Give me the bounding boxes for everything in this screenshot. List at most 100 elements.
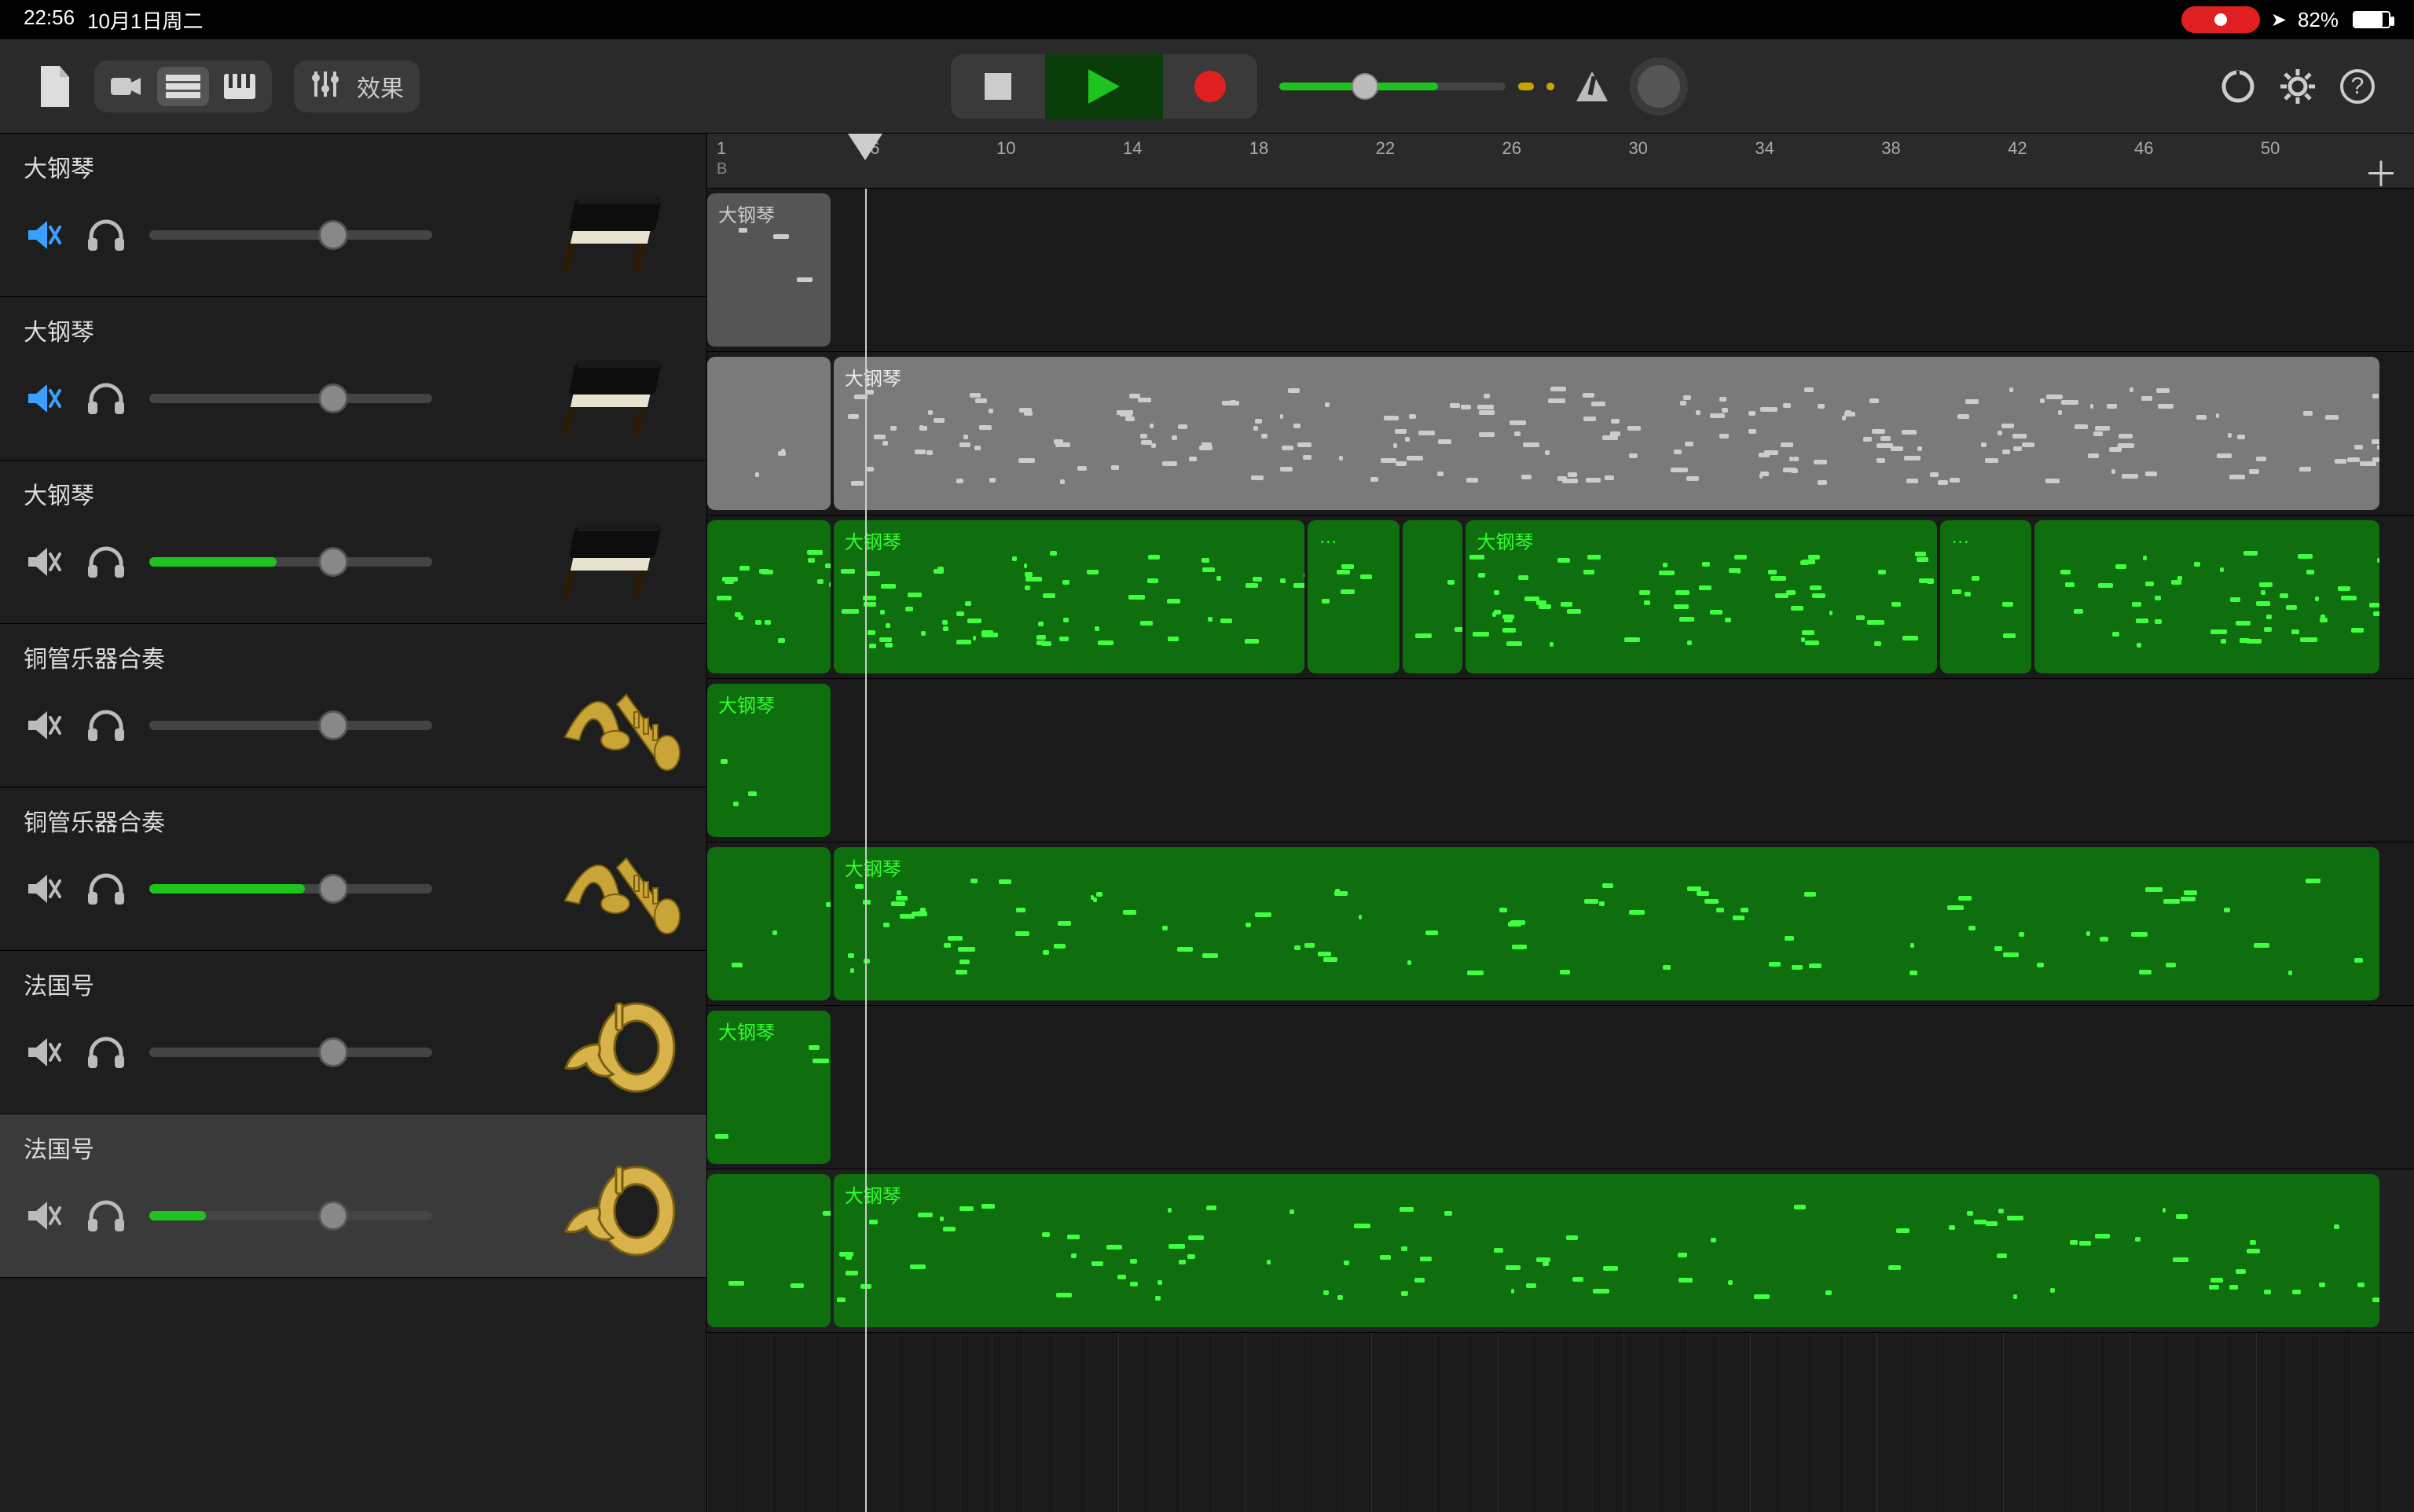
track-volume[interactable] xyxy=(149,1048,432,1057)
ruler-tick: 18 xyxy=(1249,138,1268,159)
track-name: 铜管乐器合奏 xyxy=(24,640,165,674)
master-volume-warn xyxy=(1518,83,1534,90)
playhead[interactable] xyxy=(865,189,867,1512)
solo-button[interactable] xyxy=(86,869,126,908)
solo-button[interactable] xyxy=(86,1196,126,1235)
ruler[interactable]: ＋ 1B61014182226303438424650 xyxy=(707,134,2414,189)
midi-notes xyxy=(2034,550,2379,666)
track-lane[interactable]: 大钢琴 xyxy=(707,842,2414,1006)
midi-region[interactable] xyxy=(1403,520,1462,673)
midi-notes xyxy=(834,877,2379,993)
record-button[interactable] xyxy=(1163,54,1257,119)
master-record-arm[interactable] xyxy=(1630,57,1688,116)
midi-region[interactable]: 大钢琴 xyxy=(707,1011,831,1164)
midi-region[interactable] xyxy=(707,357,831,510)
track-name: 大钢琴 xyxy=(24,313,94,347)
view-mode-segmented[interactable] xyxy=(94,61,272,112)
playhead-marker[interactable] xyxy=(848,134,882,160)
midi-region[interactable]: 大钢琴 xyxy=(834,520,1304,673)
battery-icon xyxy=(2353,11,2390,28)
mute-button[interactable] xyxy=(24,1033,63,1072)
my-songs-button[interactable] xyxy=(38,66,72,107)
mute-button[interactable] xyxy=(24,379,63,418)
master-volume-track[interactable] xyxy=(1279,83,1506,90)
location-icon: ➤ xyxy=(2271,9,2287,31)
track-lane[interactable]: 大钢琴 xyxy=(707,1006,2414,1169)
midi-region[interactable]: 大钢琴 xyxy=(834,357,2379,510)
mute-button[interactable] xyxy=(24,542,63,582)
midi-region[interactable]: 大钢琴 xyxy=(707,684,831,837)
instrument-thumbnail[interactable] xyxy=(557,1153,683,1279)
track-lane[interactable]: 大钢琴 xyxy=(707,679,2414,842)
midi-notes xyxy=(834,387,2379,502)
track-volume[interactable] xyxy=(149,394,432,403)
mute-button[interactable] xyxy=(24,1196,63,1235)
play-button[interactable] xyxy=(1045,54,1163,119)
track-name: 铜管乐器合奏 xyxy=(24,803,165,838)
midi-region[interactable]: … xyxy=(1308,520,1400,673)
track-lane[interactable]: 大钢琴 xyxy=(707,352,2414,516)
tracks-area[interactable]: 大钢琴大钢琴大钢琴…大钢琴…大钢琴大钢琴大钢琴大钢琴 xyxy=(707,189,2414,1512)
solo-button[interactable] xyxy=(86,542,126,582)
track-header[interactable]: 大钢琴 xyxy=(0,461,706,624)
track-header[interactable]: 铜管乐器合奏 xyxy=(0,787,706,951)
metronome-button[interactable] xyxy=(1576,72,1608,101)
midi-region[interactable] xyxy=(707,520,831,673)
solo-button[interactable] xyxy=(86,379,126,418)
track-volume[interactable] xyxy=(149,884,432,894)
track-header[interactable]: 法国号 xyxy=(0,1114,706,1278)
track-header[interactable]: 法国号 xyxy=(0,951,706,1114)
region-label: … xyxy=(1951,527,2021,549)
track-lane[interactable]: 大钢琴 xyxy=(707,189,2414,352)
midi-notes xyxy=(834,1204,2379,1319)
track-volume[interactable] xyxy=(149,230,432,240)
help-button[interactable]: ? xyxy=(2339,68,2376,105)
track-lane[interactable]: 大钢琴 xyxy=(707,1169,2414,1333)
settings-button[interactable] xyxy=(2279,68,2317,105)
track-name: 大钢琴 xyxy=(24,149,94,184)
instrument-thumbnail[interactable] xyxy=(557,336,683,461)
loop-button[interactable] xyxy=(2219,68,2257,105)
midi-notes xyxy=(1308,550,1400,666)
mute-button[interactable] xyxy=(24,869,63,908)
solo-button[interactable] xyxy=(86,706,126,745)
midi-region[interactable] xyxy=(707,1174,831,1327)
ruler-tick: 46 xyxy=(2134,138,2153,159)
master-volume[interactable] xyxy=(1279,83,1554,90)
instrument-thumbnail[interactable] xyxy=(557,172,683,298)
solo-button[interactable] xyxy=(86,215,126,255)
midi-region[interactable] xyxy=(2034,520,2379,673)
mute-button[interactable] xyxy=(24,215,63,255)
track-lane[interactable]: 大钢琴…大钢琴… xyxy=(707,516,2414,679)
view-camera-button[interactable] xyxy=(101,67,152,106)
track-volume[interactable] xyxy=(149,721,432,730)
instrument-thumbnail[interactable] xyxy=(557,826,683,952)
track-name: 大钢琴 xyxy=(24,476,94,511)
track-header[interactable]: 铜管乐器合奏 xyxy=(0,624,706,787)
status-date: 10月1日周二 xyxy=(87,6,203,35)
midi-region[interactable]: 大钢琴 xyxy=(707,193,831,347)
midi-region[interactable] xyxy=(707,847,831,1000)
fx-group[interactable]: 效果 xyxy=(294,61,420,112)
solo-button[interactable] xyxy=(86,1033,126,1072)
screen-record-indicator[interactable] xyxy=(2181,6,2260,33)
view-tracks-button[interactable] xyxy=(157,67,209,106)
instrument-thumbnail[interactable] xyxy=(557,989,683,1115)
stop-button[interactable] xyxy=(951,54,1045,119)
instrument-thumbnail[interactable] xyxy=(557,499,683,625)
track-volume[interactable] xyxy=(149,1211,432,1220)
track-header[interactable]: 大钢琴 xyxy=(0,297,706,461)
battery-fill xyxy=(2354,13,2383,27)
track-volume[interactable] xyxy=(149,557,432,567)
track-header[interactable]: 大钢琴 xyxy=(0,134,706,297)
ruler-tick: 42 xyxy=(2008,138,2027,159)
view-keyboard-button[interactable] xyxy=(214,67,266,106)
midi-region[interactable]: 大钢琴 xyxy=(834,1174,2379,1327)
instrument-thumbnail[interactable] xyxy=(557,662,683,788)
midi-region[interactable]: 大钢琴 xyxy=(834,847,2379,1000)
track-name: 法国号 xyxy=(24,967,94,1001)
midi-region[interactable]: 大钢琴 xyxy=(1466,520,1936,673)
midi-region[interactable]: … xyxy=(1940,520,2032,673)
midi-notes xyxy=(1940,550,2032,666)
mute-button[interactable] xyxy=(24,706,63,745)
